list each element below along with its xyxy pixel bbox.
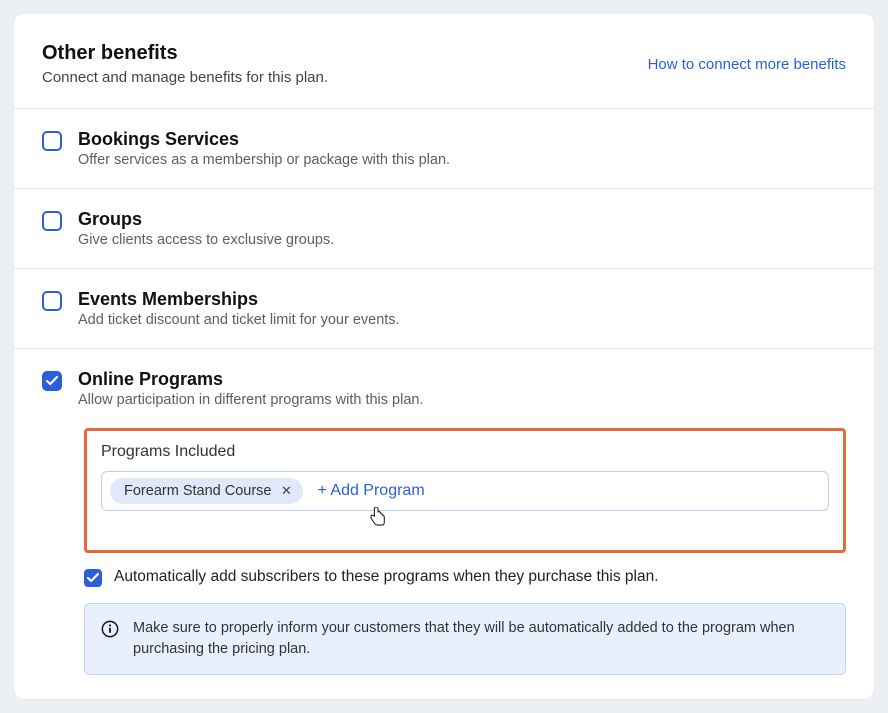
benefit-title: Groups [78,209,334,230]
benefit-title: Events Memberships [78,289,400,310]
section-title: Other benefits [42,42,328,65]
benefits-card: Other benefits Connect and manage benefi… [14,14,874,699]
auto-add-label: Automatically add subscribers to these p… [114,568,659,586]
programs-included-box: Programs Included Forearm Stand Course ✕… [84,428,846,553]
benefit-row-bookings[interactable]: Bookings Services Offer services as a me… [14,108,874,188]
programs-included-label: Programs Included [101,443,829,461]
benefit-desc: Allow participation in different program… [78,392,424,408]
checkbox-events[interactable] [42,291,62,311]
online-programs-expanded: Programs Included Forearm Stand Course ✕… [14,428,874,699]
benefit-desc: Give clients access to exclusive groups. [78,232,334,248]
program-chip-label: Forearm Stand Course [124,483,271,499]
programs-chip-input[interactable]: Forearm Stand Course ✕ + Add Program [101,471,829,511]
checkbox-online-programs[interactable] [42,371,62,391]
benefit-title: Online Programs [78,369,424,390]
checkbox-bookings[interactable] [42,131,62,151]
benefit-row-groups[interactable]: Groups Give clients access to exclusive … [14,188,874,268]
check-icon [46,375,58,387]
program-chip: Forearm Stand Course ✕ [110,478,303,504]
info-icon [101,620,119,638]
info-banner: Make sure to properly inform your custom… [84,603,846,675]
checkbox-groups[interactable] [42,211,62,231]
check-icon [87,572,99,584]
checkbox-auto-add[interactable] [84,569,102,587]
benefit-row-events[interactable]: Events Memberships Add ticket discount a… [14,268,874,348]
benefit-desc: Offer services as a membership or packag… [78,152,450,168]
section-subtitle: Connect and manage benefits for this pla… [42,69,328,86]
benefit-row-online-programs[interactable]: Online Programs Allow participation in d… [14,348,874,428]
auto-add-row: Automatically add subscribers to these p… [84,567,846,587]
remove-chip-icon[interactable]: ✕ [279,484,293,498]
add-program-button[interactable]: + Add Program [313,480,428,502]
benefit-title: Bookings Services [78,129,450,150]
card-header: Other benefits Connect and manage benefi… [14,14,874,108]
benefit-desc: Add ticket discount and ticket limit for… [78,312,400,328]
how-to-connect-link[interactable]: How to connect more benefits [648,56,846,73]
